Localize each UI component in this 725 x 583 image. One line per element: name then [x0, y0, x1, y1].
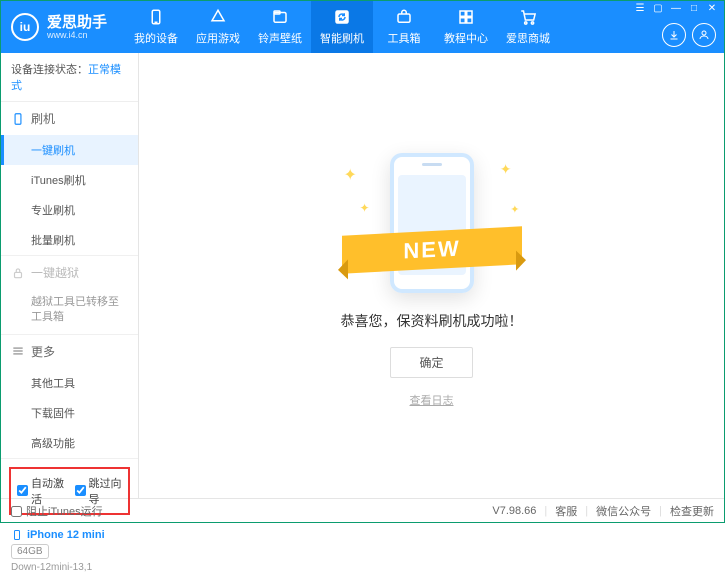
- checkbox-label: 阻止iTunes运行: [26, 503, 103, 519]
- view-log-link[interactable]: 查看日志: [410, 392, 454, 408]
- window-controls: ☰ ▢ — □ ✕: [632, 3, 720, 14]
- skin-icon[interactable]: ▢: [650, 3, 666, 14]
- phone-icon: [11, 529, 23, 541]
- sidebar-item-advanced[interactable]: 高级功能: [1, 428, 138, 458]
- section-flash[interactable]: 刷机: [1, 102, 138, 135]
- checkbox-auto-activate[interactable]: 自动激活: [17, 475, 65, 507]
- device-name: iPhone 12 mini: [27, 529, 105, 541]
- section-label: 一键越狱: [31, 264, 79, 281]
- toolbox-icon: [395, 8, 413, 26]
- app-site: www.i4.cn: [47, 30, 107, 40]
- section-label: 刷机: [31, 110, 55, 127]
- lock-icon: [11, 266, 25, 280]
- app-name: 爱思助手: [47, 15, 107, 30]
- success-message: 恭喜您，保资料刷机成功啦！: [341, 311, 523, 331]
- section-more[interactable]: 更多: [1, 335, 138, 368]
- check-update-link[interactable]: 检查更新: [670, 503, 714, 519]
- sidebar-item-other-tools[interactable]: 其他工具: [1, 368, 138, 398]
- support-link[interactable]: 客服: [555, 503, 577, 519]
- sparkle-icon: ✦: [344, 165, 357, 185]
- nav-tutorials[interactable]: 教程中心: [435, 1, 497, 53]
- nav-label: 应用游戏: [196, 30, 240, 46]
- device-name-row[interactable]: iPhone 12 mini: [11, 529, 128, 541]
- nav-ringtones[interactable]: 铃声壁纸: [249, 1, 311, 53]
- nav-label: 工具箱: [388, 30, 421, 46]
- nav-flash[interactable]: 智能刷机: [311, 1, 373, 53]
- checkbox-block-itunes[interactable]: 阻止iTunes运行: [11, 503, 103, 519]
- sidebar-item-download-fw[interactable]: 下载固件: [1, 398, 138, 428]
- success-illustration: ✦ ✦ ✦ ✦ NEW: [342, 143, 522, 293]
- refresh-icon: [333, 8, 351, 26]
- sparkle-icon: ✦: [510, 203, 519, 216]
- close-icon[interactable]: ✕: [704, 3, 720, 14]
- sparkle-icon: ✦: [500, 161, 512, 178]
- sidebar-item-batch-flash[interactable]: 批量刷机: [1, 225, 138, 255]
- sidebar-item-pro-flash[interactable]: 专业刷机: [1, 195, 138, 225]
- checkbox-input[interactable]: [17, 485, 28, 496]
- wechat-link[interactable]: 微信公众号: [596, 503, 651, 519]
- section-jailbreak: 一键越狱: [1, 256, 138, 289]
- section-label: 更多: [31, 343, 55, 360]
- checkbox-label: 跳过向导: [89, 475, 123, 507]
- sidebar: 设备连接状态：正常模式 刷机 一键刷机 iTunes刷机 专业刷机 批量刷机 一…: [1, 53, 139, 498]
- nav-store[interactable]: 爱思商城: [497, 1, 559, 53]
- cart-icon: [519, 8, 537, 26]
- checkbox-label: 自动激活: [31, 475, 65, 507]
- nav-label: 铃声壁纸: [258, 30, 302, 46]
- nav-apps[interactable]: 应用游戏: [187, 1, 249, 53]
- nav-label: 爱思商城: [506, 30, 550, 46]
- device-firmware: Down-12mini-13,1: [11, 562, 128, 573]
- version-label: V7.98.66: [492, 505, 536, 517]
- checkbox-input[interactable]: [11, 506, 22, 517]
- download-button[interactable]: [662, 23, 686, 47]
- app-header: iu 爱思助手 www.i4.cn 我的设备 应用游戏 铃声壁纸 智能刷机 工具…: [1, 1, 724, 53]
- sidebar-item-itunes-flash[interactable]: iTunes刷机: [1, 165, 138, 195]
- logo-icon: iu: [11, 13, 39, 41]
- new-ribbon: NEW: [342, 226, 522, 273]
- nav-toolbox[interactable]: 工具箱: [373, 1, 435, 53]
- menu-icon[interactable]: ☰: [632, 3, 648, 14]
- download-icon: [668, 29, 680, 41]
- main-content: ✦ ✦ ✦ ✦ NEW 恭喜您，保资料刷机成功啦！ 确定 查看日志: [139, 53, 724, 498]
- device-storage: 64GB: [11, 544, 49, 559]
- apps-icon: [209, 8, 227, 26]
- sparkle-icon: ✦: [360, 201, 370, 215]
- header-actions: [662, 23, 716, 47]
- top-nav: 我的设备 应用游戏 铃声壁纸 智能刷机 工具箱 教程中心 爱思商城: [125, 1, 559, 53]
- ok-button[interactable]: 确定: [390, 347, 472, 378]
- folder-icon: [271, 8, 289, 26]
- checkbox-skip-wizard[interactable]: 跳过向导: [75, 475, 123, 507]
- checkbox-input[interactable]: [75, 485, 86, 496]
- phone-icon: [11, 112, 25, 126]
- device-status: 设备连接状态：正常模式: [1, 53, 138, 102]
- nav-label: 教程中心: [444, 30, 488, 46]
- sidebar-item-oneclick-flash[interactable]: 一键刷机: [1, 135, 138, 165]
- grid-icon: [457, 8, 475, 26]
- nav-label: 智能刷机: [320, 30, 364, 46]
- user-button[interactable]: [692, 23, 716, 47]
- phone-illustration: [390, 153, 474, 293]
- nav-label: 我的设备: [134, 30, 178, 46]
- phone-icon: [147, 8, 165, 26]
- nav-my-device[interactable]: 我的设备: [125, 1, 187, 53]
- user-icon: [698, 29, 710, 41]
- logo: iu 爱思助手 www.i4.cn: [1, 13, 117, 41]
- status-label: 设备连接状态：: [11, 64, 88, 76]
- menu-icon: [11, 344, 25, 358]
- jailbreak-tip: 越狱工具已转移至工具箱: [1, 289, 138, 334]
- maximize-icon[interactable]: □: [686, 3, 702, 14]
- minimize-icon[interactable]: —: [668, 3, 684, 14]
- device-info: iPhone 12 mini 64GB Down-12mini-13,1: [1, 523, 138, 583]
